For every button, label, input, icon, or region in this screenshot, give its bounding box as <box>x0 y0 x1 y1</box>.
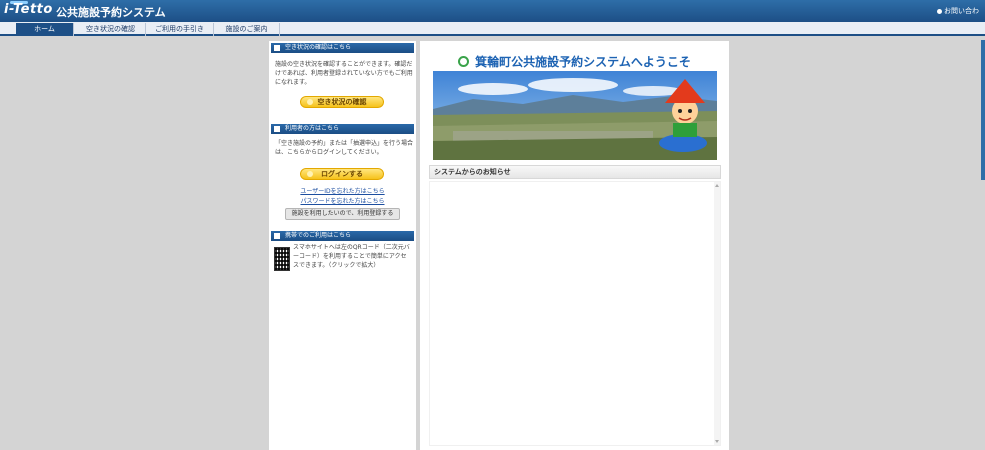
ring-logo-icon <box>458 56 470 67</box>
heading-bullet-icon <box>274 126 280 132</box>
sidebar: 空き状況の確認はこちら 施設の空き状況を確認することができます。確認だけであれば… <box>269 41 416 450</box>
contact-link[interactable]: お問い合わ <box>937 6 979 16</box>
logo[interactable]: i-Tetto <box>4 2 53 17</box>
register-button[interactable]: 施設を利用したいので、利用登録する <box>285 208 400 220</box>
mobile-panel-heading: 携帯でのご利用はこちら <box>271 231 414 241</box>
header-bar: i-Tetto 公共施設予約システム お問い合わ <box>0 0 985 22</box>
contact-label: お問い合わ <box>944 7 979 15</box>
notice-scrollbar[interactable] <box>714 182 720 445</box>
banner-illustration <box>433 71 717 160</box>
main-content: 箕輪町公共施設予約システムへようこそ システムからのお知らせ <box>420 41 729 450</box>
availability-description: 施設の空き状況を確認することができます。確認だけであれば、利用者登録されていない… <box>275 61 413 86</box>
check-availability-label: 空き状況の確認 <box>317 98 367 106</box>
right-edge-strip <box>981 40 985 180</box>
forgot-user-id-link[interactable]: ユーザーIDを忘れた方はこちら <box>289 186 396 195</box>
welcome-text: 箕輪町公共施設予約システムへようこそ <box>475 55 691 69</box>
heading-bullet-icon <box>274 45 280 51</box>
availability-panel-heading: 空き状況の確認はこちら <box>271 43 414 53</box>
users-panel-heading: 利用者の方はこちら <box>271 124 414 134</box>
scroll-up-icon[interactable] <box>715 184 719 187</box>
arrow-circle-icon <box>307 99 313 105</box>
notice-list[interactable] <box>429 181 721 446</box>
system-title: 公共施設予約システム <box>56 6 166 19</box>
contact-icon <box>937 8 942 14</box>
tab-guide[interactable]: ご利用の手引き <box>146 23 214 36</box>
forgot-password-link[interactable]: パスワードを忘れた方はこちら <box>289 196 396 205</box>
tab-availability[interactable]: 空き状況の確認 <box>76 23 146 36</box>
users-description: 「空き施設の予約」または「抽選申込」を行う場合は、こちらからログインしてください… <box>275 140 414 156</box>
heading-bullet-icon <box>274 233 280 239</box>
login-label: ログインする <box>321 170 363 178</box>
nav-tabs: ホーム 空き状況の確認 ご利用の手引き 施設のご案内 <box>0 22 985 36</box>
qr-code-image[interactable] <box>274 247 290 271</box>
tab-facilities[interactable]: 施設のご案内 <box>214 23 280 36</box>
arrow-circle-icon <box>307 171 313 177</box>
login-button[interactable]: ログインする <box>300 168 384 180</box>
mobile-heading-text: 携帯でのご利用はこちら <box>285 232 352 239</box>
users-heading-text: 利用者の方はこちら <box>285 125 340 132</box>
notice-heading: システムからのお知らせ <box>429 165 721 179</box>
check-availability-button[interactable]: 空き状況の確認 <box>300 96 384 108</box>
availability-heading-text: 空き状況の確認はこちら <box>285 44 352 51</box>
scroll-down-icon[interactable] <box>715 440 719 443</box>
mobile-description: スマホサイトへは左のQRコード（二次元バーコード）を利用することで簡単にアクセス… <box>293 244 410 269</box>
landscape-banner <box>433 71 717 160</box>
welcome-title: 箕輪町公共施設予約システムへようこそ <box>420 53 729 70</box>
tab-home[interactable]: ホーム <box>16 23 74 36</box>
